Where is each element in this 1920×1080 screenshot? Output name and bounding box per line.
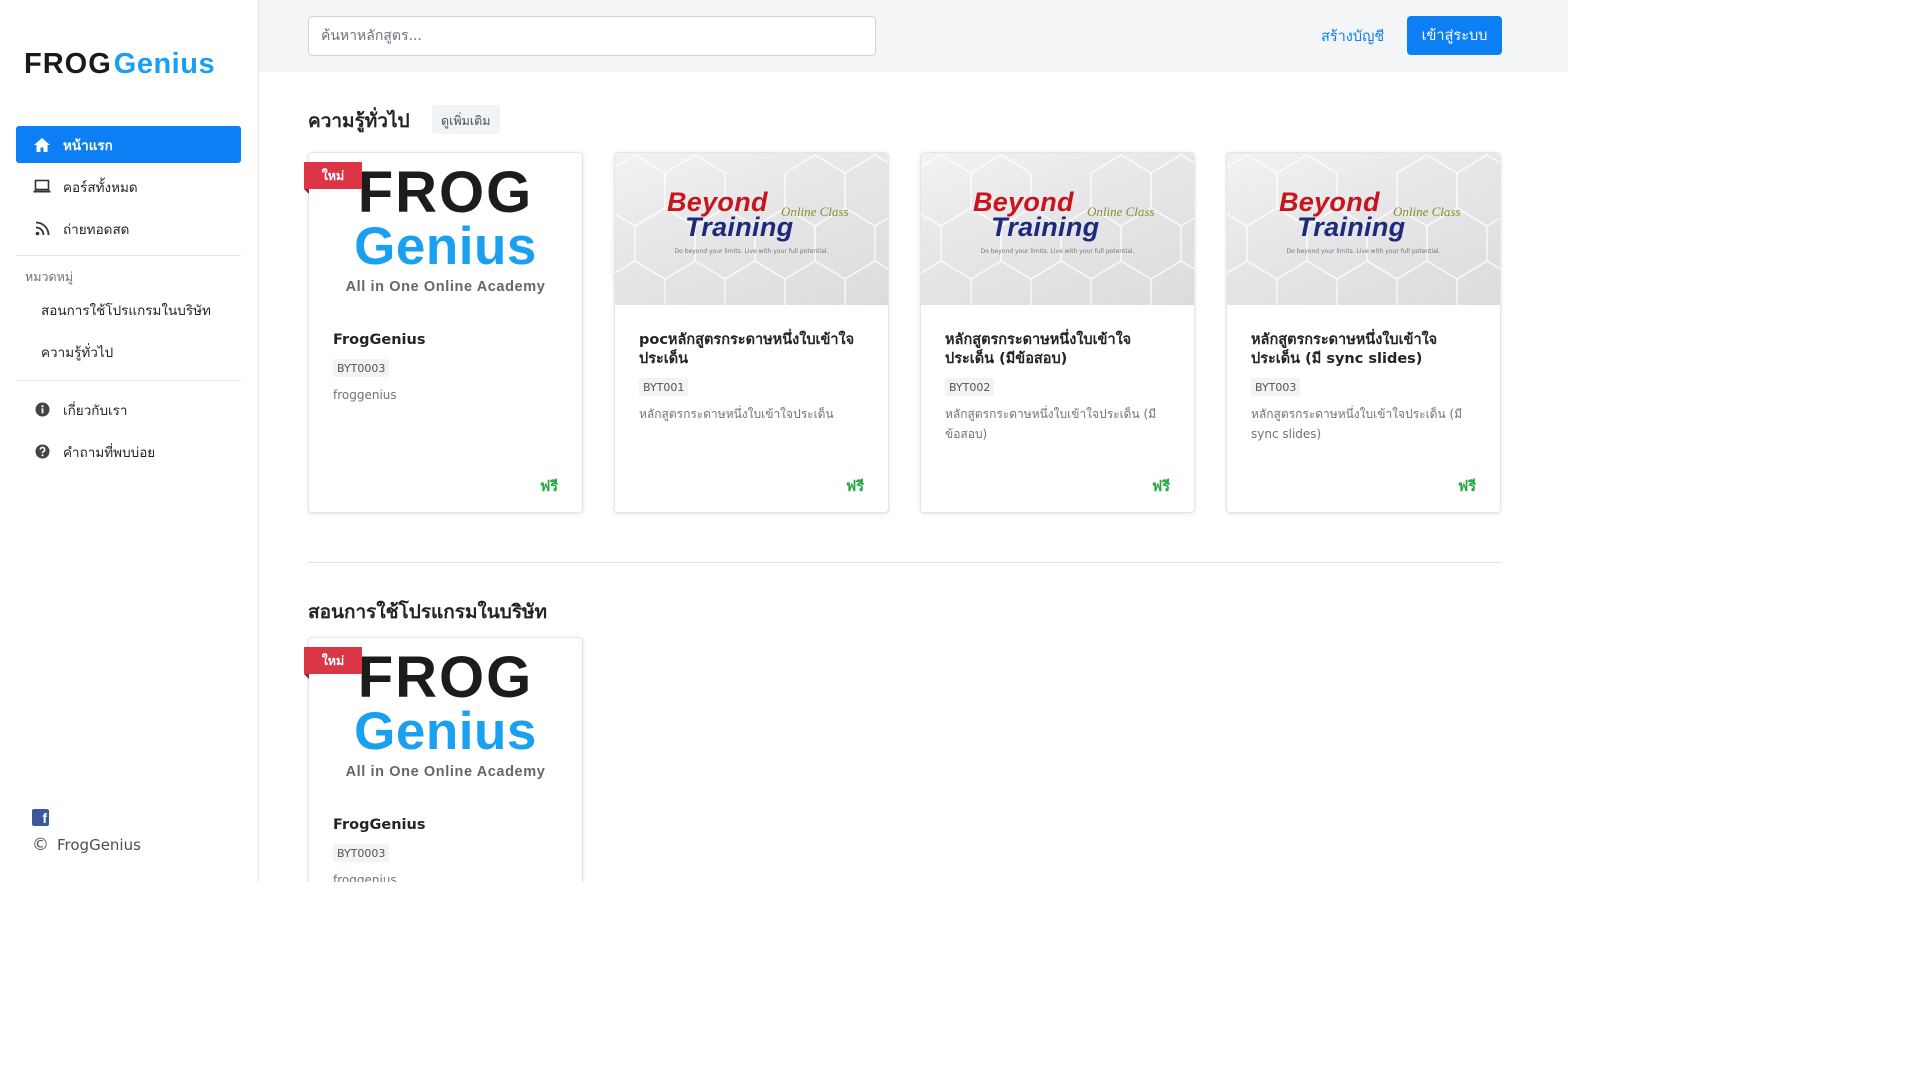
info-circle-icon	[33, 401, 51, 419]
thumb-slogan: Do beyond your limits. Live with your fu…	[1286, 248, 1441, 255]
login-button[interactable]: เข้าสู่ระบบ	[1407, 16, 1502, 55]
categories-heading: หมวดหมู่	[25, 269, 74, 284]
top-header: สร้างบัญชี เข้าสู่ระบบ	[259, 0, 1568, 72]
course-name: หลักสูตรกระดาษหนึ่งใบเข้าใจประเด็น (มีข้…	[945, 332, 1132, 367]
thumb-tagline: All in One Online Academy	[345, 279, 546, 295]
category-item-general-knowledge[interactable]: ความรู้ทั่วไป	[16, 334, 241, 372]
beyond-training-logo: Beyond Online Class Training Do beyond y…	[921, 153, 1194, 305]
sidebar-item-live[interactable]: ถ่ายทอดสด	[16, 210, 241, 247]
signup-link[interactable]: สร้างบัญชี	[1321, 25, 1384, 48]
course-description: หลักสูตรกระดาษหนึ่งใบเข้าใจประเด็น	[639, 407, 834, 421]
thumb-line2: Training	[1297, 212, 1406, 242]
app-root: FROG Genius หน้าแรก คอร์สทั้งหมด ถ่ายทอด…	[0, 0, 1568, 882]
course-description: หลักสูตรกระดาษหนึ่งใบเข้าใจประเด็น (มี s…	[1251, 407, 1463, 441]
sidebar-item-label: ถ่ายทอดสด	[63, 221, 130, 238]
course-code: BYT001	[639, 378, 689, 396]
course-thumbnail: Beyond Online Class Training Do beyond y…	[921, 153, 1194, 305]
sidebar-item-label: หน้าแรก	[63, 137, 113, 154]
course-code: BYT0003	[333, 359, 390, 377]
sidebar-divider	[16, 255, 241, 256]
section-title: สอนการใช้โปรแกรมในบริษัท	[308, 601, 548, 623]
sidebar-footer: f © FrogGenius	[32, 809, 141, 855]
sidebar-item-home[interactable]: หน้าแรก	[16, 126, 241, 163]
sidebar: FROG Genius หน้าแรก คอร์สทั้งหมด ถ่ายทอด…	[0, 0, 259, 882]
logo-genius-text: Genius	[113, 48, 216, 80]
category-item-company-software[interactable]: สอนการใช้โปรแกรมในบริษัท	[16, 292, 241, 330]
course-price: ฟรี	[1457, 479, 1476, 495]
beyond-training-logo: Beyond Online Class Training Do beyond y…	[1227, 153, 1500, 305]
course-price: ฟรี	[539, 479, 558, 495]
rss-icon	[33, 220, 51, 238]
thumb-slogan: Do beyond your limits. Live with your fu…	[980, 248, 1135, 255]
course-name: pocหลักสูตรกระดาษหนึ่งใบเข้าใจประเด็น	[639, 332, 855, 367]
course-card[interactable]: Beyond Online Class Training Do beyond y…	[614, 152, 889, 513]
sidebar-item-faq[interactable]: คำถามที่พบบ่อย	[16, 433, 241, 470]
sidebar-item-label: เกี่ยวกับเรา	[63, 402, 128, 419]
copyright-icon: ©	[32, 835, 49, 855]
section-title: ความรู้ทั่วไป	[308, 110, 410, 132]
see-more-button[interactable]: ดูเพิ่มเติม	[432, 105, 500, 134]
thumb-slogan: Do beyond your limits. Live with your fu…	[674, 248, 829, 255]
thumb-line2: Training	[685, 212, 794, 242]
logo-frog-text: FROG	[24, 48, 112, 80]
copyright-text: FrogGenius	[57, 836, 141, 854]
course-description: froggenius	[333, 388, 397, 402]
laptop-icon	[33, 178, 51, 196]
thumb-line2: Training	[991, 212, 1100, 242]
brand-logo[interactable]: FROG Genius	[24, 48, 215, 82]
course-code: BYT0003	[333, 844, 390, 862]
home-icon	[33, 136, 51, 154]
course-card[interactable]: ใหม่ FROG Genius All in One Online Acade…	[304, 637, 583, 882]
thumb-line2: Genius	[354, 702, 537, 761]
sidebar-divider	[16, 380, 241, 381]
course-price: ฟรี	[845, 479, 864, 495]
sidebar-item-all-courses[interactable]: คอร์สทั้งหมด	[16, 168, 241, 205]
section-divider	[308, 562, 1502, 563]
course-code: BYT003	[1251, 378, 1301, 396]
course-card[interactable]: Beyond Online Class Training Do beyond y…	[920, 152, 1195, 513]
course-thumbnail: Beyond Online Class Training Do beyond y…	[1227, 153, 1500, 305]
new-badge: ใหม่	[304, 162, 362, 194]
thumb-tagline: All in One Online Academy	[345, 764, 546, 780]
sidebar-item-about[interactable]: เกี่ยวกับเรา	[16, 391, 241, 428]
course-price: ฟรี	[1151, 479, 1170, 495]
course-description: หลักสูตรกระดาษหนึ่งใบเข้าใจประเด็น (มีข้…	[945, 407, 1157, 441]
course-card[interactable]: ใหม่ FROG Genius All in One Online Acade…	[304, 152, 583, 513]
search-input[interactable]	[308, 16, 876, 56]
sidebar-item-label: คำถามที่พบบ่อย	[63, 444, 156, 461]
facebook-icon[interactable]: f	[32, 809, 49, 826]
question-circle-icon	[33, 443, 51, 461]
copyright: © FrogGenius	[32, 835, 141, 855]
course-card[interactable]: Beyond Online Class Training Do beyond y…	[1226, 152, 1501, 513]
beyond-training-logo: Beyond Online Class Training Do beyond y…	[615, 153, 888, 305]
course-description: froggenius	[333, 873, 397, 882]
course-code: BYT002	[945, 378, 995, 396]
course-name: หลักสูตรกระดาษหนึ่งใบเข้าใจประเด็น (มี s…	[1251, 332, 1438, 367]
sidebar-nav: หน้าแรก คอร์สทั้งหมด ถ่ายทอดสด หมวดหมู่ …	[16, 126, 241, 475]
thumb-line2: Genius	[354, 217, 537, 276]
course-name: FrogGenius	[333, 817, 426, 833]
new-badge: ใหม่	[304, 647, 362, 679]
course-name: FrogGenius	[333, 332, 426, 348]
sidebar-item-label: คอร์สทั้งหมด	[63, 179, 138, 196]
course-thumbnail: Beyond Online Class Training Do beyond y…	[615, 153, 888, 305]
